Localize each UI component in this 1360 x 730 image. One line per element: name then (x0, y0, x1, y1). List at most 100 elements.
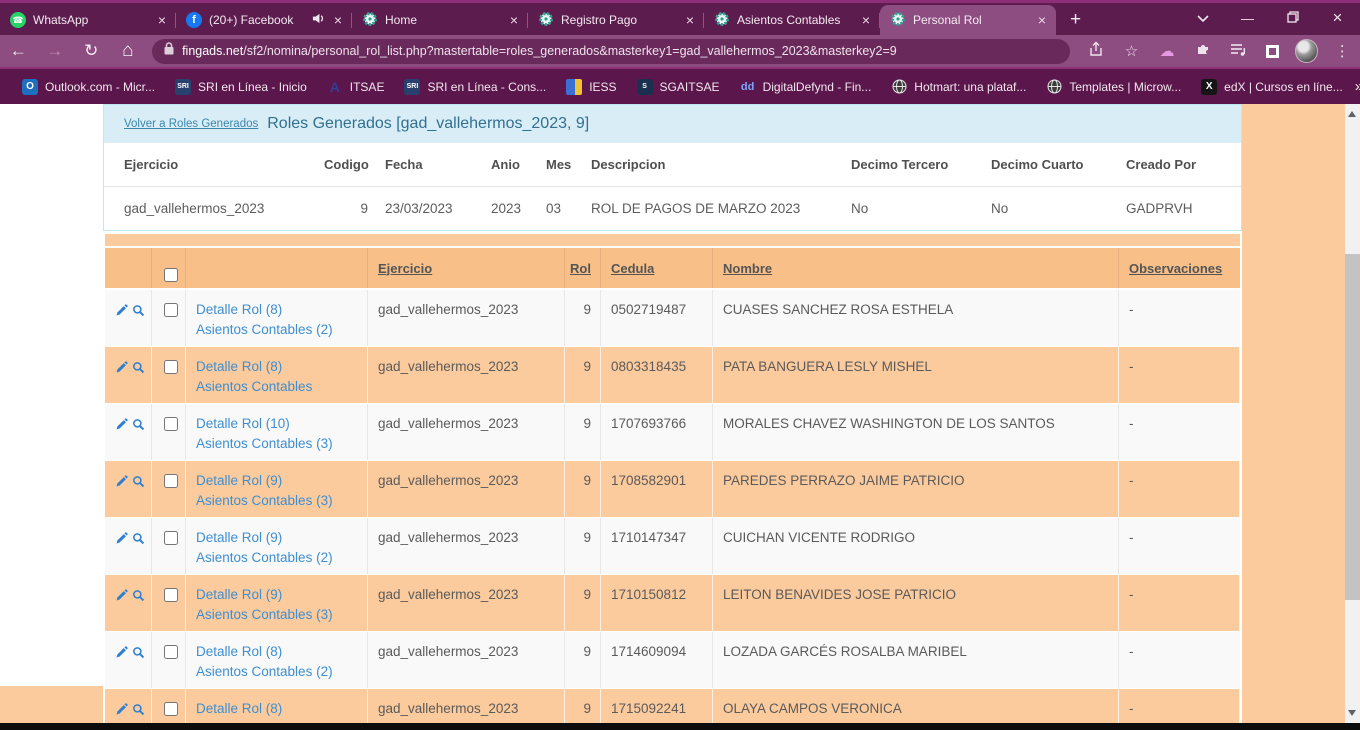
bookmark-digitaldefynd[interactable]: ddDigitalDefynd - Fin... (732, 75, 880, 99)
lock-icon[interactable] (164, 42, 174, 60)
back-icon[interactable]: ← (0, 41, 37, 61)
row-checkbox[interactable] (164, 474, 178, 488)
row-checkbox[interactable] (164, 417, 178, 431)
tab-audio-icon[interactable] (312, 12, 325, 28)
bookmark-iess[interactable]: IESS (558, 75, 624, 99)
fingads-favicon (538, 11, 554, 30)
tab-whatsapp[interactable]: ☎ WhatsApp × (0, 5, 176, 35)
minimize-button[interactable]: — (1225, 11, 1270, 26)
asientos-contables-link[interactable]: Asientos Contables (3) (196, 491, 361, 511)
tab-close-icon[interactable]: × (156, 12, 168, 28)
tab-close-icon[interactable]: × (1036, 12, 1048, 28)
restore-button[interactable] (1270, 11, 1315, 26)
tab-search-chevron-icon[interactable] (1180, 11, 1225, 26)
row-checkbox[interactable] (164, 645, 178, 659)
volver-link[interactable]: Volver a Roles Generados (124, 118, 258, 130)
tab-personal-rol-active[interactable]: Personal Rol × (880, 5, 1056, 35)
new-tab-button[interactable]: + (1056, 9, 1095, 35)
bookmark-sri-consultas[interactable]: SRISRI en Línea - Cons... (396, 75, 554, 99)
edit-pencil-icon[interactable] (115, 587, 128, 604)
row-checkbox[interactable] (164, 360, 178, 374)
sort-cedula[interactable]: Cedula (611, 261, 654, 276)
sort-rol[interactable]: Rol (570, 261, 591, 276)
detalle-rol-link[interactable]: Detalle Rol (10) (196, 414, 361, 434)
close-window-button[interactable]: × (1315, 8, 1360, 28)
share-icon[interactable] (1078, 41, 1114, 61)
row-checkbox[interactable] (164, 702, 178, 716)
cell-rol: 9 (565, 632, 601, 688)
avatar[interactable] (1295, 39, 1319, 63)
facebook-icon: f (186, 12, 202, 28)
asientos-contables-link[interactable]: Asientos Contables (196, 377, 361, 397)
bookmark-sri-inicio[interactable]: SRISRI en Línea - Inicio (167, 75, 315, 99)
edit-pencil-icon[interactable] (115, 416, 128, 433)
bookmark-hotmart[interactable]: Hotmart: una plataf... (883, 75, 1034, 99)
row-checkbox[interactable] (164, 303, 178, 317)
bookmark-sgaitsae[interactable]: SSGAITSAE (629, 75, 728, 99)
reload-icon[interactable]: ↻ (73, 41, 110, 61)
detalle-rol-link[interactable]: Detalle Rol (8) (196, 357, 361, 377)
view-magnifier-icon[interactable] (132, 530, 145, 547)
scrollbar-thumb[interactable] (1345, 254, 1360, 600)
asientos-contables-link[interactable]: Asientos Contables (2) (196, 548, 361, 568)
asientos-contables-link[interactable]: Asientos Contables (2) (196, 320, 361, 340)
edit-pencil-icon[interactable] (115, 302, 128, 319)
view-magnifier-icon[interactable] (132, 587, 145, 604)
tab-close-icon[interactable]: × (332, 12, 344, 28)
sort-observaciones[interactable]: Observaciones (1129, 261, 1222, 276)
edit-pencil-icon[interactable] (115, 530, 128, 547)
sort-ejercicio[interactable]: Ejercicio (378, 261, 432, 276)
view-magnifier-icon[interactable] (132, 701, 145, 718)
home-icon[interactable]: ⌂ (110, 40, 147, 62)
tab-asientos-contables[interactable]: Asientos Contables × (704, 5, 880, 35)
media-list-icon[interactable] (1220, 42, 1256, 61)
asientos-contables-link[interactable]: Asientos Contables (2) (196, 662, 361, 682)
detalle-rol-link[interactable]: Detalle Rol (8) (196, 699, 361, 719)
bookmark-star-icon[interactable]: ☆ (1114, 42, 1150, 60)
profile-square-icon[interactable] (1266, 45, 1279, 58)
scroll-down-arrow[interactable] (1348, 710, 1356, 716)
roles-generados-panel: Volver a Roles Generados Roles Generados… (103, 104, 1242, 231)
edit-pencil-icon[interactable] (115, 359, 128, 376)
row-checkbox[interactable] (164, 531, 178, 545)
detalle-rol-link[interactable]: Detalle Rol (9) (196, 585, 361, 605)
view-magnifier-icon[interactable] (132, 359, 145, 376)
bookmark-outlook[interactable]: OOutlook.com - Micr... (14, 75, 163, 99)
select-all-checkbox[interactable] (164, 268, 178, 282)
edit-pencil-icon[interactable] (115, 473, 128, 490)
tab-facebook[interactable]: f (20+) Facebook × (176, 5, 352, 35)
bookmark-edx[interactable]: XedX | Cursos en líne... (1193, 75, 1351, 99)
tab-close-icon[interactable]: × (684, 12, 696, 28)
edit-pencil-icon[interactable] (115, 701, 128, 718)
detalle-rol-link[interactable]: Detalle Rol (9) (196, 471, 361, 491)
scroll-up-arrow[interactable] (1348, 111, 1356, 117)
detalle-rol-link[interactable]: Detalle Rol (9) (196, 528, 361, 548)
edit-pencil-icon[interactable] (115, 644, 128, 661)
extensions-puzzle-icon[interactable] (1185, 41, 1221, 61)
bookmarks-overflow-chevron[interactable]: » (1355, 78, 1360, 95)
asientos-contables-link[interactable]: Asientos Contables (3) (196, 605, 361, 625)
view-magnifier-icon[interactable] (132, 302, 145, 319)
cell-nombre: LOZADA GARCÉS ROSALBA MARIBEL (713, 632, 1119, 688)
sort-nombre[interactable]: Nombre (723, 261, 772, 276)
view-magnifier-icon[interactable] (132, 416, 145, 433)
view-magnifier-icon[interactable] (132, 644, 145, 661)
tab-close-icon[interactable]: × (508, 12, 520, 28)
cell-observaciones: - (1119, 290, 1240, 346)
cell-cedula: 1707693766 (601, 404, 713, 460)
bookmark-itsae[interactable]: AITSAE (319, 75, 393, 99)
tab-close-icon[interactable]: × (860, 12, 872, 28)
vertical-scrollbar[interactable] (1345, 104, 1360, 723)
detalle-rol-link[interactable]: Detalle Rol (8) (196, 300, 361, 320)
row-checkbox[interactable] (164, 588, 178, 602)
view-magnifier-icon[interactable] (132, 473, 145, 490)
menu-dots-icon[interactable]: ⋮ (1324, 42, 1360, 60)
bookmark-templates[interactable]: Templates | Microw... (1038, 75, 1189, 99)
detalle-rol-link[interactable]: Detalle Rol (8) (196, 642, 361, 662)
tab-home[interactable]: Home × (352, 5, 528, 35)
address-bar[interactable]: fingads.net/sf2/nomina/personal_rol_list… (152, 39, 1070, 64)
extension-cloud-icon[interactable]: ☁ (1149, 42, 1185, 60)
cell-rol: 9 (565, 290, 601, 346)
asientos-contables-link[interactable]: Asientos Contables (3) (196, 434, 361, 454)
tab-registro-pago[interactable]: Registro Pago × (528, 5, 704, 35)
